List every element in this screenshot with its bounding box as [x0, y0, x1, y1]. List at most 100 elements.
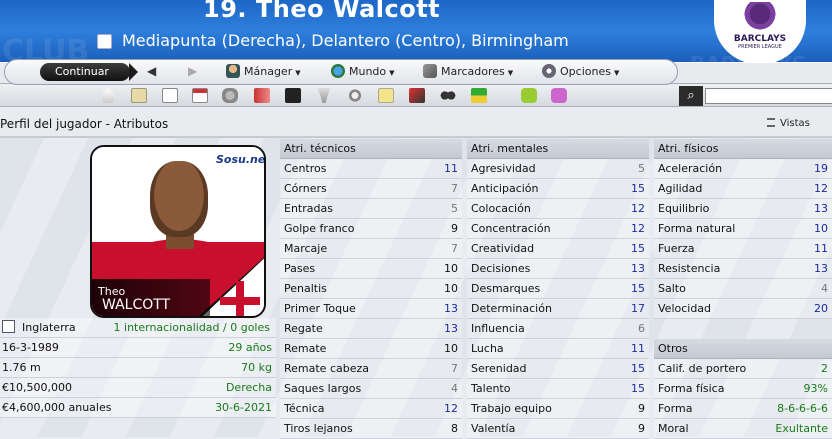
attribute-row: Concentración 12: [467, 219, 649, 239]
attribute-name: Entradas: [284, 202, 333, 215]
page-title: Perfil del jugador - Atributos: [0, 117, 169, 131]
attribute-name: Creatividad: [471, 242, 535, 255]
views-icon: [767, 118, 775, 127]
attribute-name: Talento: [471, 382, 511, 395]
attribute-name: Anticipación: [471, 182, 539, 195]
mental-header: Atri. mentales: [467, 139, 649, 159]
attribute-value: 12: [631, 222, 645, 235]
attribute-name: Velocidad: [658, 302, 712, 315]
training-icon[interactable]: [347, 88, 363, 103]
calendar-icon[interactable]: [192, 88, 208, 103]
attribute-name: Saques largos: [284, 382, 362, 395]
menu-manager[interactable]: Mánager ▼: [226, 64, 301, 81]
help-icon[interactable]: [521, 88, 537, 103]
attribute-name: Resistencia: [658, 262, 721, 275]
attribute-name: Determinación: [471, 302, 552, 315]
match-icon[interactable]: [409, 88, 425, 103]
attribute-row: Córners 7: [280, 179, 462, 199]
attribute-name: Agilidad: [658, 182, 703, 195]
attribute-value: 12: [814, 182, 828, 195]
attribute-name: Moral: [658, 422, 689, 435]
search-input[interactable]: [705, 88, 832, 104]
search-box: ⌕: [679, 86, 832, 106]
globe-icon: [331, 64, 345, 78]
about-icon[interactable]: [551, 88, 567, 103]
lion-icon: [742, 2, 778, 32]
attribute-row: Forma 8-6-6-6-6: [654, 399, 832, 419]
attribute-name: Técnica: [284, 402, 325, 415]
attribute-row: Remate 10: [280, 339, 462, 359]
attribute-row: Valentía 9: [467, 419, 649, 439]
menu-scores-label: Marcadores: [441, 65, 505, 78]
attribute-row: Decisiones 13: [467, 259, 649, 279]
attribute-row: Creatividad 15: [467, 239, 649, 259]
tactics-icon[interactable]: [285, 88, 301, 103]
header-banner: CLUB BARCLAYS 19. Theo Walcott Mediapunt…: [0, 0, 832, 62]
menu-scores[interactable]: Marcadores ▼: [423, 64, 513, 81]
scouting-binoculars-icon[interactable]: [440, 88, 456, 103]
inbox-icon[interactable]: [131, 88, 147, 103]
attribute-value: 8-6-6-6-6: [777, 402, 828, 415]
menu-world[interactable]: Mundo ▼: [331, 64, 395, 81]
attribute-value: 10: [444, 262, 458, 275]
notes-icon[interactable]: [378, 88, 394, 103]
info-left: Inglaterra: [2, 318, 76, 338]
transfers-icon[interactable]: [254, 88, 270, 103]
attribute-value: 15: [631, 362, 645, 375]
attribute-row: Anticipación 15: [467, 179, 649, 199]
attribute-value: 15: [631, 382, 645, 395]
attribute-name: Primer Toque: [284, 302, 356, 315]
technical-header: Atri. técnicos: [280, 139, 462, 159]
attribute-row: Aceleración 19: [654, 159, 832, 179]
attribute-row: Regate 13: [280, 319, 462, 339]
attribute-value: 5: [638, 162, 645, 175]
continue-button[interactable]: Continuar: [40, 63, 138, 81]
attribute-name: Serenidad: [471, 362, 527, 375]
attribute-name: Decisiones: [471, 262, 531, 275]
info-left-text: €10,500,000: [2, 381, 72, 394]
attribute-value: 11: [444, 162, 458, 175]
finances-icon[interactable]: [471, 88, 487, 103]
search-icon[interactable]: ⌕: [679, 86, 703, 106]
info-row: 1.76 m 70 kg: [0, 358, 276, 378]
attribute-row: Primer Toque 13: [280, 299, 462, 319]
views-menu[interactable]: Vistas: [767, 118, 810, 129]
attribute-name: Tiros lejanos: [284, 422, 353, 435]
back-arrow-icon[interactable]: ◀: [147, 64, 156, 78]
attribute-value: 12: [631, 202, 645, 215]
attribute-name: Fuerza: [658, 242, 695, 255]
attribute-name: Lucha: [471, 342, 504, 355]
player-last-name: WALCOTT: [102, 297, 171, 313]
info-row: €10,500,000 Derecha: [0, 378, 276, 398]
menu-options[interactable]: Opciones ▼: [542, 64, 619, 81]
photo-watermark: Sosu.net: [216, 153, 266, 166]
squad-icon[interactable]: [222, 88, 238, 103]
attribute-row: Agresividad 5: [467, 159, 649, 179]
attribute-name: Remate: [284, 342, 327, 355]
attribute-value: 8: [451, 422, 458, 435]
attribute-name: Colocación: [471, 202, 531, 215]
attribute-row: Marcaje 7: [280, 239, 462, 259]
manager-icon: [226, 64, 240, 78]
forward-arrow-icon[interactable]: ▶: [188, 64, 197, 78]
news-icon[interactable]: [162, 88, 178, 103]
attribute-value: 4: [451, 382, 458, 395]
england-flag-icon: [2, 320, 15, 333]
info-right: Derecha: [225, 381, 272, 394]
attribute-name: Equilibrio: [658, 202, 710, 215]
attribute-row: Velocidad 20: [654, 299, 832, 319]
attribute-value: 12: [444, 402, 458, 415]
attribute-value: 13: [444, 302, 458, 315]
attribute-row: Forma física 93%: [654, 379, 832, 399]
attribute-value: 7: [451, 362, 458, 375]
info-row: €4,600,000 anuales 30-6-2021: [0, 398, 276, 418]
scores-icon: [423, 64, 437, 78]
player-head: [150, 161, 208, 237]
attribute-value: 9: [451, 222, 458, 235]
attribute-value: 13: [444, 322, 458, 335]
attribute-value: 15: [631, 242, 645, 255]
attribute-name: Desmarques: [471, 282, 541, 295]
info-left-text: 16-3-1989: [2, 341, 59, 354]
header-bg-text: CLUB: [2, 34, 90, 62]
attribute-value: 13: [631, 262, 645, 275]
